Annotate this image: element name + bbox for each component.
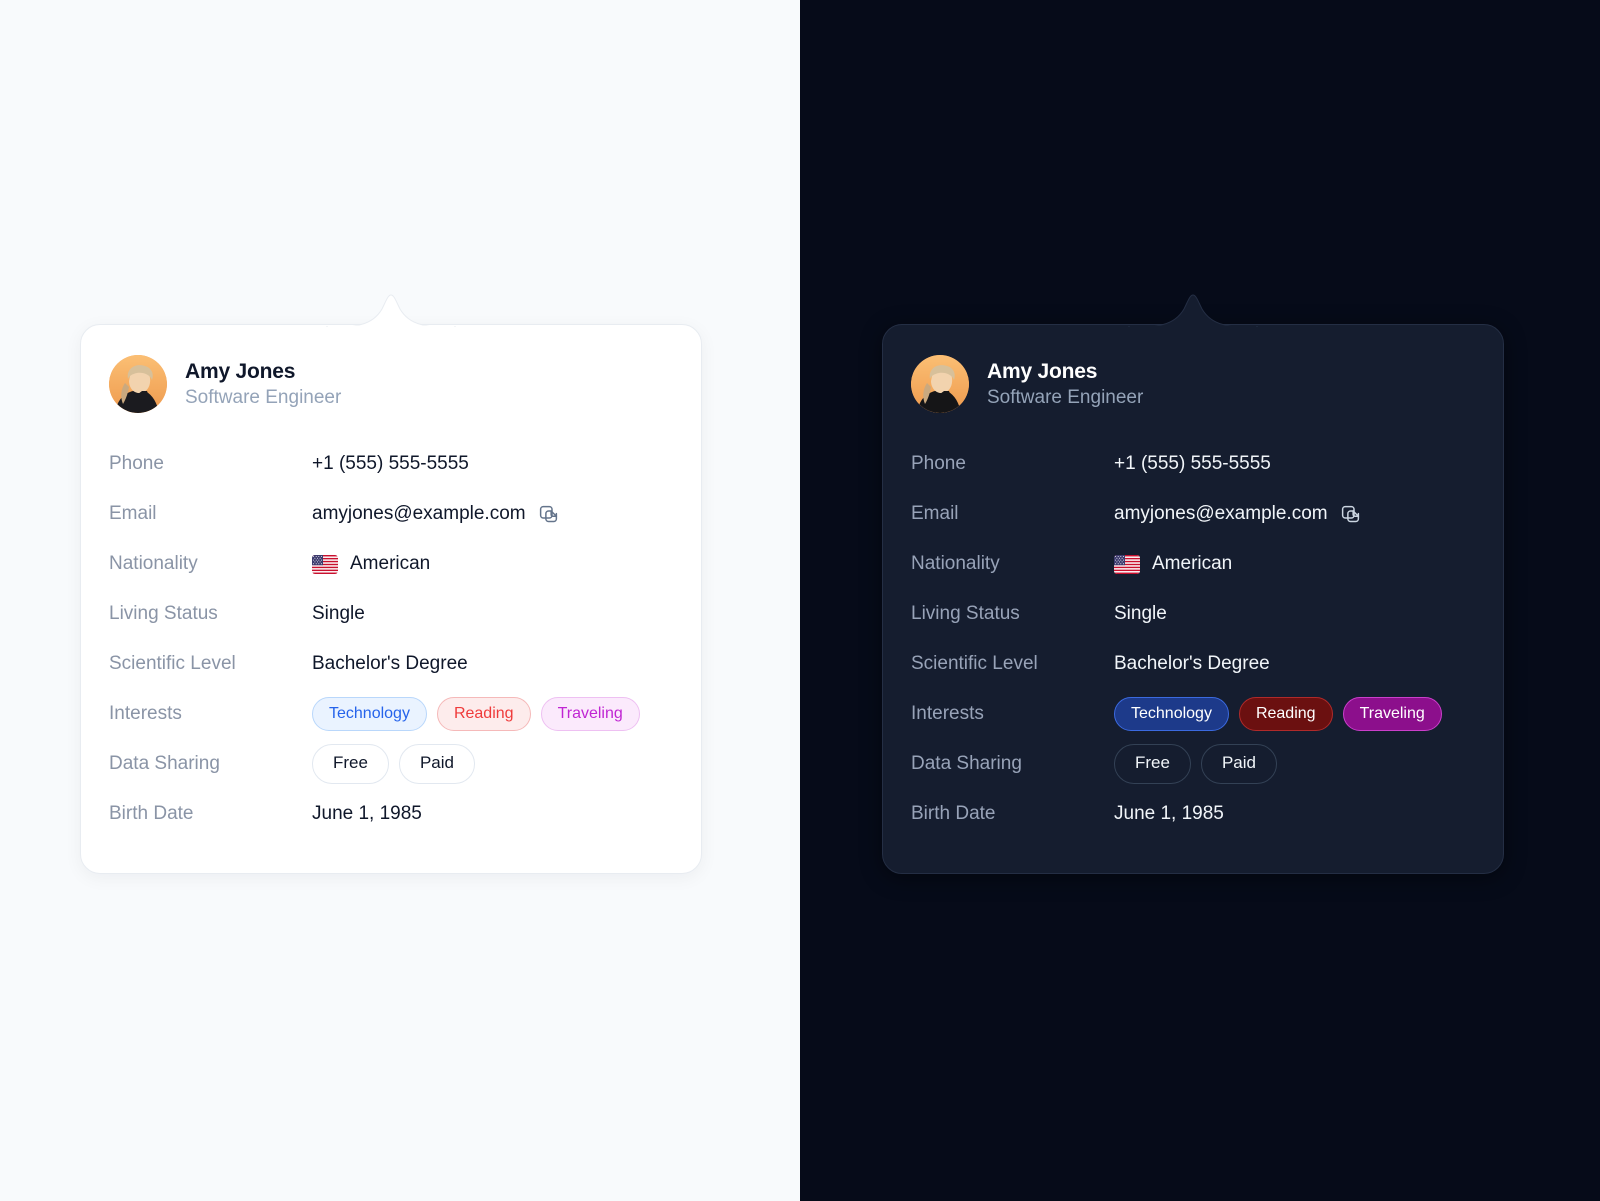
field-label: Birth Date [109, 803, 312, 825]
phone-value: +1 (555) 555-5555 [312, 453, 469, 475]
flag-united-states-icon [1114, 555, 1140, 574]
scientific-level-value: Bachelor's Degree [312, 653, 468, 675]
person-name: Amy Jones [185, 360, 341, 384]
field-value: +1 (555) 555-5555 [1114, 453, 1271, 475]
data-sharing-options: Free Paid [1114, 744, 1277, 783]
person-name: Amy Jones [987, 360, 1143, 384]
field-row-living-status: Living Status Single [109, 589, 673, 639]
field-label: Interests [109, 703, 312, 725]
copy-icon[interactable] [1340, 504, 1361, 525]
email-value: amyjones@example.com [1114, 503, 1328, 525]
field-value: American [1114, 553, 1232, 575]
field-value: +1 (555) 555-5555 [312, 453, 469, 475]
field-row-interests: Interests Technology Reading Traveling [109, 689, 673, 739]
field-label: Scientific Level [911, 653, 1114, 675]
field-label: Nationality [911, 553, 1114, 575]
interest-badges: Technology Reading Traveling [1114, 697, 1442, 731]
field-row-scientific-level: Scientific Level Bachelor's Degree [911, 639, 1475, 689]
nationality-value: American [350, 553, 430, 575]
profile-card-dark: Amy Jones Software Engineer Phone +1 (55… [882, 324, 1504, 874]
data-sharing-options: Free Paid [312, 744, 475, 783]
birth-date-value: June 1, 1985 [1114, 803, 1224, 825]
field-row-email: Email amyjones@example.com [911, 489, 1475, 539]
field-label: Phone [109, 453, 312, 475]
flag-united-states-icon [312, 555, 338, 574]
field-row-nationality: Nationality [109, 539, 673, 589]
badge-traveling[interactable]: Traveling [1343, 697, 1442, 731]
badge-paid[interactable]: Paid [1201, 744, 1277, 783]
copy-icon[interactable] [538, 504, 559, 525]
field-label: Nationality [109, 553, 312, 575]
field-label: Phone [911, 453, 1114, 475]
field-label: Data Sharing [109, 753, 312, 775]
field-label: Scientific Level [109, 653, 312, 675]
living-status-value: Single [1114, 603, 1167, 625]
badge-traveling[interactable]: Traveling [541, 697, 640, 731]
field-row-data-sharing: Data Sharing Free Paid [109, 739, 673, 789]
badge-reading[interactable]: Reading [1239, 697, 1333, 731]
badge-free[interactable]: Free [1114, 744, 1191, 783]
field-label: Data Sharing [911, 753, 1114, 775]
field-value: June 1, 1985 [1114, 803, 1224, 825]
person-role: Software Engineer [987, 387, 1143, 409]
identity-block: Amy Jones Software Engineer [185, 360, 341, 409]
field-row-phone: Phone +1 (555) 555-5555 [911, 439, 1475, 489]
profile-card-light: Amy Jones Software Engineer Phone +1 (55… [80, 324, 702, 874]
field-row-interests: Interests Technology Reading Traveling [911, 689, 1475, 739]
phone-value: +1 (555) 555-5555 [1114, 453, 1271, 475]
field-row-birth-date: Birth Date June 1, 1985 [109, 789, 673, 839]
field-label: Email [109, 503, 312, 525]
profile-fields: Phone +1 (555) 555-5555 Email amyjones@e… [911, 439, 1475, 839]
field-row-phone: Phone +1 (555) 555-5555 [109, 439, 673, 489]
birth-date-value: June 1, 1985 [312, 803, 422, 825]
badge-free[interactable]: Free [312, 744, 389, 783]
field-value: American [312, 553, 430, 575]
field-value: amyjones@example.com [312, 503, 559, 525]
avatar [911, 355, 969, 413]
field-label: Email [911, 503, 1114, 525]
light-theme-panel: Amy Jones Software Engineer Phone +1 (55… [0, 0, 800, 1201]
card-pointer-tail [1128, 293, 1258, 327]
avatar [109, 355, 167, 413]
card-header: Amy Jones Software Engineer [109, 355, 673, 413]
card-pointer-tail [326, 293, 456, 327]
field-row-scientific-level: Scientific Level Bachelor's Degree [109, 639, 673, 689]
email-value: amyjones@example.com [312, 503, 526, 525]
field-row-data-sharing: Data Sharing Free Paid [911, 739, 1475, 789]
field-label: Birth Date [911, 803, 1114, 825]
card-header: Amy Jones Software Engineer [911, 355, 1475, 413]
profile-fields: Phone +1 (555) 555-5555 Email amyjones@e… [109, 439, 673, 839]
field-value: Bachelor's Degree [312, 653, 468, 675]
field-row-nationality: Nationality [911, 539, 1475, 589]
field-value: amyjones@example.com [1114, 503, 1361, 525]
identity-block: Amy Jones Software Engineer [987, 360, 1143, 409]
scientific-level-value: Bachelor's Degree [1114, 653, 1270, 675]
field-value: Single [312, 603, 365, 625]
field-row-living-status: Living Status Single [911, 589, 1475, 639]
field-row-email: Email amyjones@example.com [109, 489, 673, 539]
field-value: Single [1114, 603, 1167, 625]
field-value: Bachelor's Degree [1114, 653, 1270, 675]
badge-reading[interactable]: Reading [437, 697, 531, 731]
badge-paid[interactable]: Paid [399, 744, 475, 783]
interest-badges: Technology Reading Traveling [312, 697, 640, 731]
person-role: Software Engineer [185, 387, 341, 409]
field-label: Living Status [109, 603, 312, 625]
dark-theme-panel: Amy Jones Software Engineer Phone +1 (55… [800, 0, 1600, 1201]
nationality-value: American [1152, 553, 1232, 575]
badge-technology[interactable]: Technology [312, 697, 427, 731]
field-row-birth-date: Birth Date June 1, 1985 [911, 789, 1475, 839]
living-status-value: Single [312, 603, 365, 625]
field-label: Living Status [911, 603, 1114, 625]
field-label: Interests [911, 703, 1114, 725]
badge-technology[interactable]: Technology [1114, 697, 1229, 731]
field-value: June 1, 1985 [312, 803, 422, 825]
